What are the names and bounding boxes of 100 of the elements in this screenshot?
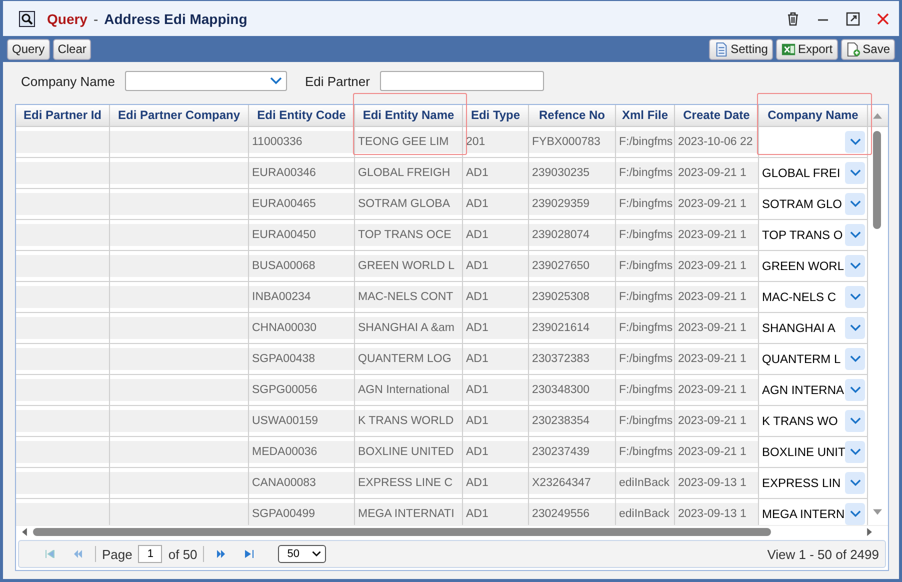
column-header[interactable]: Edi Entity Name xyxy=(355,105,463,126)
table-cell: 2023-09-21 1 xyxy=(675,220,759,250)
table-cell: SOTRAM GLOBA xyxy=(355,189,463,219)
toolbar-button[interactable]: Save xyxy=(840,38,895,60)
table-cell: 2023-09-21 1 xyxy=(675,375,759,405)
column-header[interactable]: Edi Partner Id xyxy=(16,105,110,126)
company-select[interactable]: QUANTERM L xyxy=(762,347,865,371)
company-select[interactable]: GREEN WORL xyxy=(762,254,865,278)
table-cell: TOP TRANS OCE xyxy=(355,220,463,250)
page-label: Page xyxy=(102,546,132,562)
table-cell: BOXLINE UNITED xyxy=(355,437,463,467)
table-cell: EURA00346 xyxy=(249,158,355,188)
table-cell: TEONG GEE LIM xyxy=(355,127,463,157)
table-cell: 230348300 xyxy=(529,375,616,405)
table-cell: 239029359 xyxy=(529,189,616,219)
company-select[interactable]: GLOBAL FREI xyxy=(762,161,865,185)
table-cell: 201 xyxy=(463,127,529,157)
table-cell: 2023-09-21 1 xyxy=(675,406,759,436)
table-cell: F:/bingfms xyxy=(616,158,675,188)
company-select[interactable]: MEGA INTERN xyxy=(762,502,865,525)
table-cell: EXPRESS LINE C xyxy=(355,468,463,498)
table-cell: F:/bingfms xyxy=(616,437,675,467)
table-cell: AD1 xyxy=(463,437,529,467)
table-cell: ediInBack xyxy=(616,499,675,525)
toolbar-button[interactable]: Setting xyxy=(708,38,773,60)
company-select[interactable]: TOP TRANS O xyxy=(762,223,865,247)
table-cell: EURA00465 xyxy=(249,189,355,219)
table-cell: F:/bingfms xyxy=(616,251,675,281)
table-cell: F:/bingfms xyxy=(616,282,675,312)
table-cell: 230249556 xyxy=(529,499,616,525)
company-select[interactable]: K TRANS WO xyxy=(762,409,865,433)
table-cell: 2023-09-21 1 xyxy=(675,251,759,281)
table-cell: 2023-09-13 1 xyxy=(675,468,759,498)
company-select[interactable]: SHANGHAI A xyxy=(762,316,865,340)
window-title-prefix: Query xyxy=(47,10,88,27)
column-header[interactable]: Edi Partner Company xyxy=(110,105,249,126)
company-select[interactable]: SOTRAM GLO xyxy=(762,192,865,216)
table-cell: 239028074 xyxy=(529,220,616,250)
toolbar-button[interactable]: Clear xyxy=(52,38,92,60)
table-cell: FYBX000783 xyxy=(529,127,616,157)
table-cell: X23264347 xyxy=(529,468,616,498)
table-cell: AD1 xyxy=(463,189,529,219)
table-cell: INBA00234 xyxy=(249,282,355,312)
table-cell: 2023-09-21 1 xyxy=(675,189,759,219)
window-title: Address Edi Mapping xyxy=(104,10,248,27)
company-select[interactable]: AGN INTERNA xyxy=(762,378,865,402)
table-cell: 2023-10-06 22 xyxy=(675,127,759,157)
table-cell: F:/bingfms xyxy=(616,189,675,219)
table-cell: SHANGHAI A &am xyxy=(355,313,463,343)
toolbar-button[interactable]: Query xyxy=(7,38,50,60)
table-cell: 230238354 xyxy=(529,406,616,436)
table-cell: AD1 xyxy=(463,468,529,498)
table-cell: EURA00450 xyxy=(249,220,355,250)
column-header[interactable]: Refence No xyxy=(529,105,616,126)
table-cell: F:/bingfms xyxy=(616,313,675,343)
table-cell: 239030235 xyxy=(529,158,616,188)
column-header[interactable]: Company Name xyxy=(759,105,868,126)
company-select[interactable]: EXPRESS LIN xyxy=(762,471,865,495)
table-cell: MAC-NELS CONT xyxy=(355,282,463,312)
table-cell: AD1 xyxy=(463,406,529,436)
table-cell: AD1 xyxy=(463,158,529,188)
table-cell: 230237439 xyxy=(529,437,616,467)
table-cell: SGPA00499 xyxy=(249,499,355,525)
column-header[interactable]: Edi Type xyxy=(463,105,529,126)
table-cell: SGPG00056 xyxy=(249,375,355,405)
company-select[interactable]: BOXLINE UNIT xyxy=(762,440,865,464)
table-cell: 2023-09-21 1 xyxy=(675,282,759,312)
table-cell: 2023-09-21 1 xyxy=(675,158,759,188)
table-cell: AD1 xyxy=(463,499,529,525)
table-cell: CANA00083 xyxy=(249,468,355,498)
table-cell: BUSA00068 xyxy=(249,251,355,281)
record-count: View 1 - 50 of 2499 xyxy=(767,546,879,562)
table-cell: 2023-09-13 1 xyxy=(675,499,759,525)
company-select[interactable]: MAC-NELS C xyxy=(762,285,865,309)
column-header[interactable]: Create Date xyxy=(675,105,759,126)
table-cell: F:/bingfms xyxy=(616,406,675,436)
table-cell: 2023-09-21 1 xyxy=(675,313,759,343)
table-cell: 2023-09-21 1 xyxy=(675,437,759,467)
table-cell: F:/bingfms xyxy=(616,127,675,157)
table-cell: AD1 xyxy=(463,251,529,281)
table-cell: AD1 xyxy=(463,282,529,312)
table-cell: USWA00159 xyxy=(249,406,355,436)
title-separator: - xyxy=(93,10,98,27)
toolbar-button[interactable]: Export xyxy=(776,38,838,60)
column-header[interactable]: Edi Entity Code xyxy=(249,105,355,126)
page-size-select[interactable]: 50 xyxy=(278,545,326,563)
filter-label: Edi Partner xyxy=(304,74,370,88)
table-cell: ediInBack xyxy=(616,468,675,498)
table-cell: GREEN WORLD L xyxy=(355,251,463,281)
table-cell: 239025308 xyxy=(529,282,616,312)
table-cell: AD1 xyxy=(463,313,529,343)
table-cell: 239021614 xyxy=(529,313,616,343)
table-cell: F:/bingfms xyxy=(616,344,675,374)
table-cell: MEDA00036 xyxy=(249,437,355,467)
table-cell: F:/bingfms xyxy=(616,375,675,405)
page-number-field[interactable]: 1 xyxy=(138,545,162,563)
table-cell: 239027650 xyxy=(529,251,616,281)
table-cell: AD1 xyxy=(463,220,529,250)
table-cell: 11000336 xyxy=(249,127,355,157)
column-header[interactable]: Xml File xyxy=(616,105,675,126)
